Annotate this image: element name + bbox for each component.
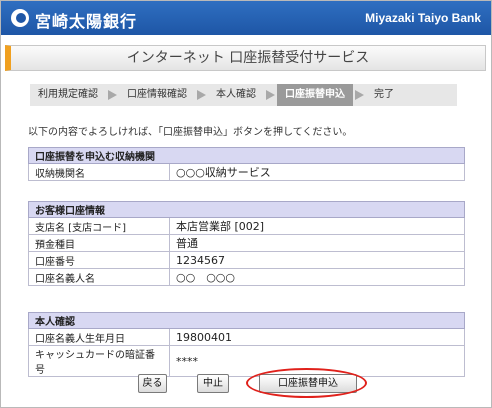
step-application: 口座振替申込 [277,84,353,106]
step-account-info: 口座情報確認 [127,89,187,100]
back-button[interactable]: 戻る [138,374,167,393]
step-complete: 完了 [374,89,394,100]
table-row: 口座名義人名 ○○ ○○○ [28,268,465,286]
field-value: 普通 [169,234,465,252]
field-value: 本店営業部 [002] [169,217,465,235]
step-arrow-icon [355,90,364,100]
bank-header: 宮崎太陽銀行 Miyazaki Taiyo Bank [1,1,491,35]
progress-steps: 利用規定確認 口座情報確認 本人確認 口座振替申込 完了 [30,84,457,106]
step-terms: 利用規定確認 [38,89,98,100]
field-label: 口座番号 [28,251,170,269]
field-value: 19800401 [169,328,465,346]
page-title: インターネット 口座振替受付サービス [5,45,486,71]
section-heading: 本人確認 [28,312,465,329]
table-row: キャッシュカードの暗証番号 **** [28,345,465,377]
table-row: 口座番号 1234567 [28,251,465,269]
cancel-button[interactable]: 中止 [197,374,229,393]
account-table: お客様口座情報 支店名 [支店コード] 本店営業部 [002] 預金種目 普通 … [28,201,465,286]
table-row: 預金種目 普通 [28,234,465,252]
field-label: 預金種目 [28,234,170,252]
table-row: 支店名 [支店コード] 本店営業部 [002] [28,217,465,235]
section-heading: 口座振替を申込む収納機関 [28,147,465,164]
step-arrow-icon [197,90,206,100]
field-label: 口座名義人名 [28,268,170,286]
highlight-circle [246,368,367,398]
bank-logo-icon [11,9,29,27]
instruction-text: 以下の内容でよろしければ、「口座振替申込」ボタンを押してください。 [28,127,353,138]
field-label: 口座名義人生年月日 [28,328,170,346]
field-label: 収納機関名 [28,163,170,181]
field-value: 1234567 [169,251,465,269]
step-identity: 本人確認 [216,89,256,100]
field-value: ○○ ○○○ [169,268,465,286]
step-arrow-icon [108,90,117,100]
institution-table: 口座振替を申込む収納機関 収納機関名 ○○○収納サービス [28,147,465,181]
table-row: 口座名義人生年月日 19800401 [28,328,465,346]
section-heading: お客様口座情報 [28,201,465,218]
bank-name-en: Miyazaki Taiyo Bank [365,11,481,25]
bank-name-jp: 宮崎太陽銀行 [35,12,138,31]
step-arrow-icon [266,90,275,100]
identity-table: 本人確認 口座名義人生年月日 19800401 キャッシュカードの暗証番号 **… [28,312,465,377]
table-row: 収納機関名 ○○○収納サービス [28,163,465,181]
field-label: 支店名 [支店コード] [28,217,170,235]
field-value: ○○○収納サービス [169,163,465,181]
field-label: キャッシュカードの暗証番号 [28,345,170,377]
